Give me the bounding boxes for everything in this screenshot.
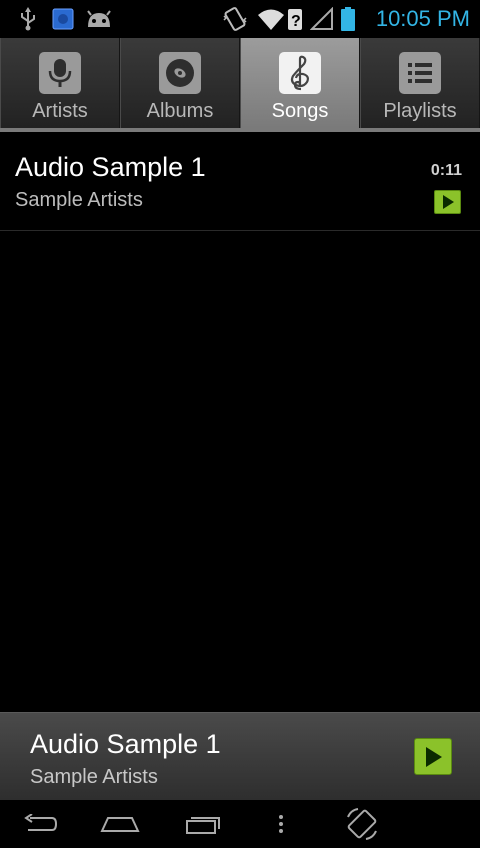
vibrate-icon: [222, 0, 248, 38]
status-bar: ? 10:05 PM: [0, 0, 480, 38]
microphone-icon: [39, 52, 81, 94]
tab-songs[interactable]: Songs: [240, 38, 360, 128]
back-button[interactable]: [18, 800, 62, 848]
recent-apps-icon: [186, 817, 220, 834]
playlist-icon: [399, 52, 441, 94]
song-list: Audio Sample 1 Sample Artists 0:11: [0, 132, 480, 231]
tab-label: Albums: [146, 100, 214, 122]
clock: 10:05 PM: [375, 6, 470, 31]
svg-text:?: ?: [291, 13, 301, 30]
now-playing-play-button[interactable]: [414, 738, 452, 775]
library-tab-bar: Artists Albums Songs Playlists: [0, 38, 480, 132]
menu-icon: [279, 815, 283, 833]
play-button[interactable]: [434, 190, 461, 214]
usb-icon: [18, 0, 38, 38]
treble-clef-icon: [279, 52, 321, 94]
menu-button[interactable]: [268, 800, 294, 848]
play-icon: [442, 195, 454, 209]
song-artist: Sample Artists: [15, 189, 143, 211]
rotate-button[interactable]: [342, 800, 382, 848]
song-title: Audio Sample 1: [15, 152, 206, 182]
disc-icon: [159, 52, 201, 94]
tab-label: Playlists: [383, 100, 457, 122]
now-playing-bar[interactable]: Audio Sample 1 Sample Artists: [0, 712, 480, 800]
play-icon: [426, 746, 442, 767]
tab-label: Songs: [271, 100, 329, 122]
now-playing-title: Audio Sample 1: [30, 729, 221, 759]
android-icon: [85, 0, 113, 38]
signal-icon: [310, 0, 334, 38]
battery-icon: [340, 0, 356, 38]
rotate-icon: [347, 808, 377, 840]
recent-apps-button[interactable]: [180, 800, 224, 848]
home-icon: [100, 817, 140, 832]
song-duration: 0:11: [430, 162, 462, 179]
home-button[interactable]: [98, 800, 142, 848]
list-item[interactable]: Audio Sample 1 Sample Artists 0:11: [0, 132, 480, 231]
tab-artists[interactable]: Artists: [0, 38, 120, 128]
wifi-icon: ?: [256, 0, 304, 38]
app-notification-icon: [52, 0, 74, 38]
tab-playlists[interactable]: Playlists: [360, 38, 480, 128]
tab-label: Artists: [32, 100, 88, 122]
system-nav-bar: [0, 800, 480, 848]
tab-albums[interactable]: Albums: [120, 38, 240, 128]
back-icon: [24, 814, 58, 831]
now-playing-artist: Sample Artists: [30, 766, 158, 788]
